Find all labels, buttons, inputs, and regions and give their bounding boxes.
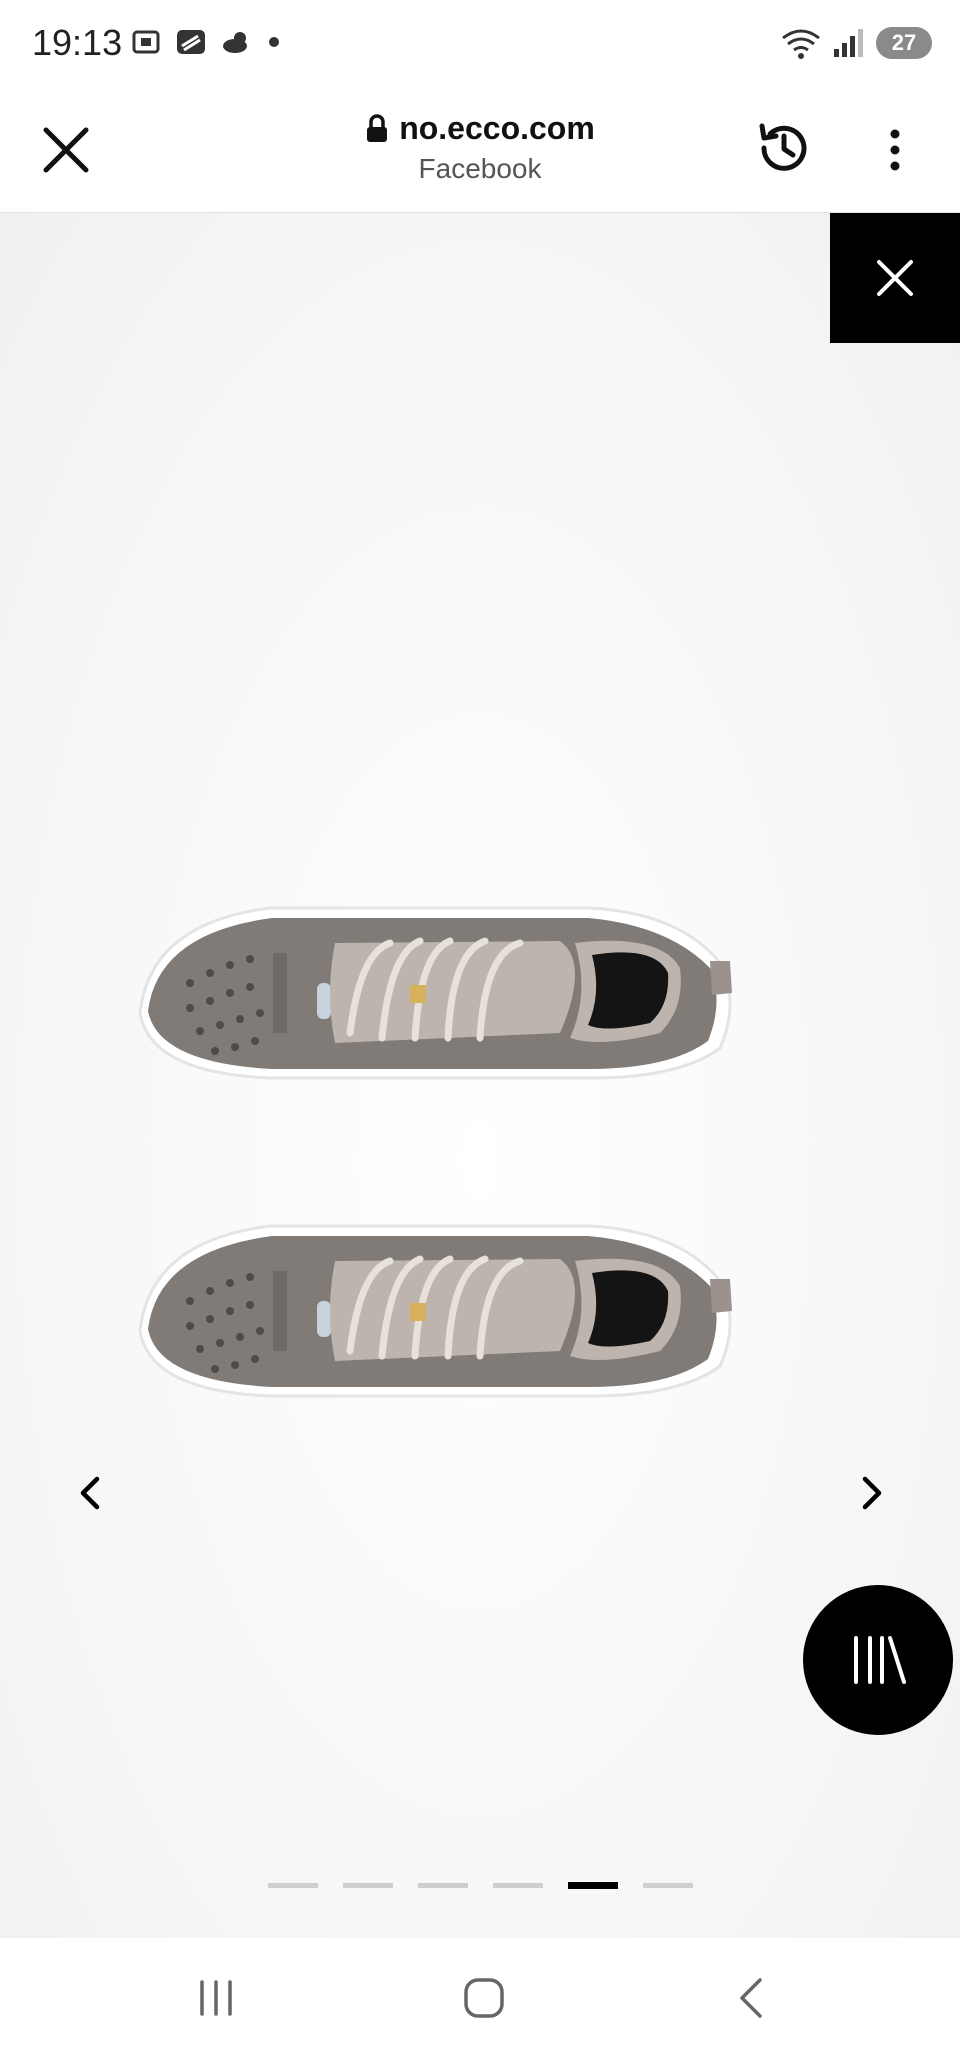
image-pagination	[268, 1882, 693, 1889]
product-photo-sneakers	[138, 906, 732, 1398]
more-vert-icon	[890, 129, 900, 171]
product-image-gallery[interactable]	[0, 213, 960, 1938]
close-icon	[43, 127, 89, 173]
shoe-top	[138, 906, 732, 1080]
battery-indicator: 27	[876, 27, 932, 59]
close-icon	[877, 260, 913, 296]
recents-icon	[200, 1980, 232, 2016]
back-icon	[740, 1978, 762, 2018]
signal-icon	[834, 29, 863, 57]
recents-button[interactable]	[176, 1968, 256, 2028]
previous-image-button[interactable]	[60, 1453, 120, 1533]
status-time: 19:13	[32, 22, 123, 63]
home-icon	[464, 1978, 504, 2018]
overflow-menu-button[interactable]	[880, 120, 910, 180]
pagination-dot[interactable]	[643, 1883, 693, 1888]
pagination-dot[interactable]	[268, 1883, 318, 1888]
referrer-label: Facebook	[418, 153, 542, 184]
lock-icon	[367, 113, 388, 142]
stack-app-icon	[177, 30, 205, 54]
dot-icon	[269, 37, 279, 47]
pagination-dot[interactable]	[343, 1883, 393, 1888]
pagination-dot[interactable]	[493, 1883, 543, 1888]
library-fab-button[interactable]	[803, 1585, 953, 1735]
system-icons: 27	[780, 26, 932, 60]
library-icon	[854, 1636, 906, 1684]
screenshot-icon	[132, 30, 160, 54]
close-browser-button[interactable]	[38, 122, 94, 178]
browser-toolbar: no.ecco.com Facebook	[0, 92, 960, 213]
history-icon	[759, 123, 807, 171]
weather-icon	[223, 32, 247, 53]
next-image-button[interactable]	[842, 1453, 902, 1533]
notification-icons	[130, 26, 282, 58]
system-navigation-bar	[0, 1938, 960, 2059]
back-button[interactable]	[712, 1968, 792, 2028]
status-bar: 19:13 27	[0, 0, 960, 92]
pagination-dot[interactable]	[418, 1883, 468, 1888]
url-text: no.ecco.com	[399, 110, 595, 146]
shoe-bottom	[138, 1224, 732, 1398]
wifi-icon	[782, 29, 820, 59]
chevron-left-icon	[80, 1476, 100, 1510]
home-button[interactable]	[444, 1968, 524, 2028]
pagination-dot-active[interactable]	[568, 1882, 618, 1889]
chevron-right-icon	[862, 1476, 882, 1510]
history-button[interactable]	[752, 116, 816, 180]
gallery-close-button[interactable]	[830, 213, 960, 343]
url-display[interactable]: no.ecco.com Facebook	[300, 110, 660, 185]
